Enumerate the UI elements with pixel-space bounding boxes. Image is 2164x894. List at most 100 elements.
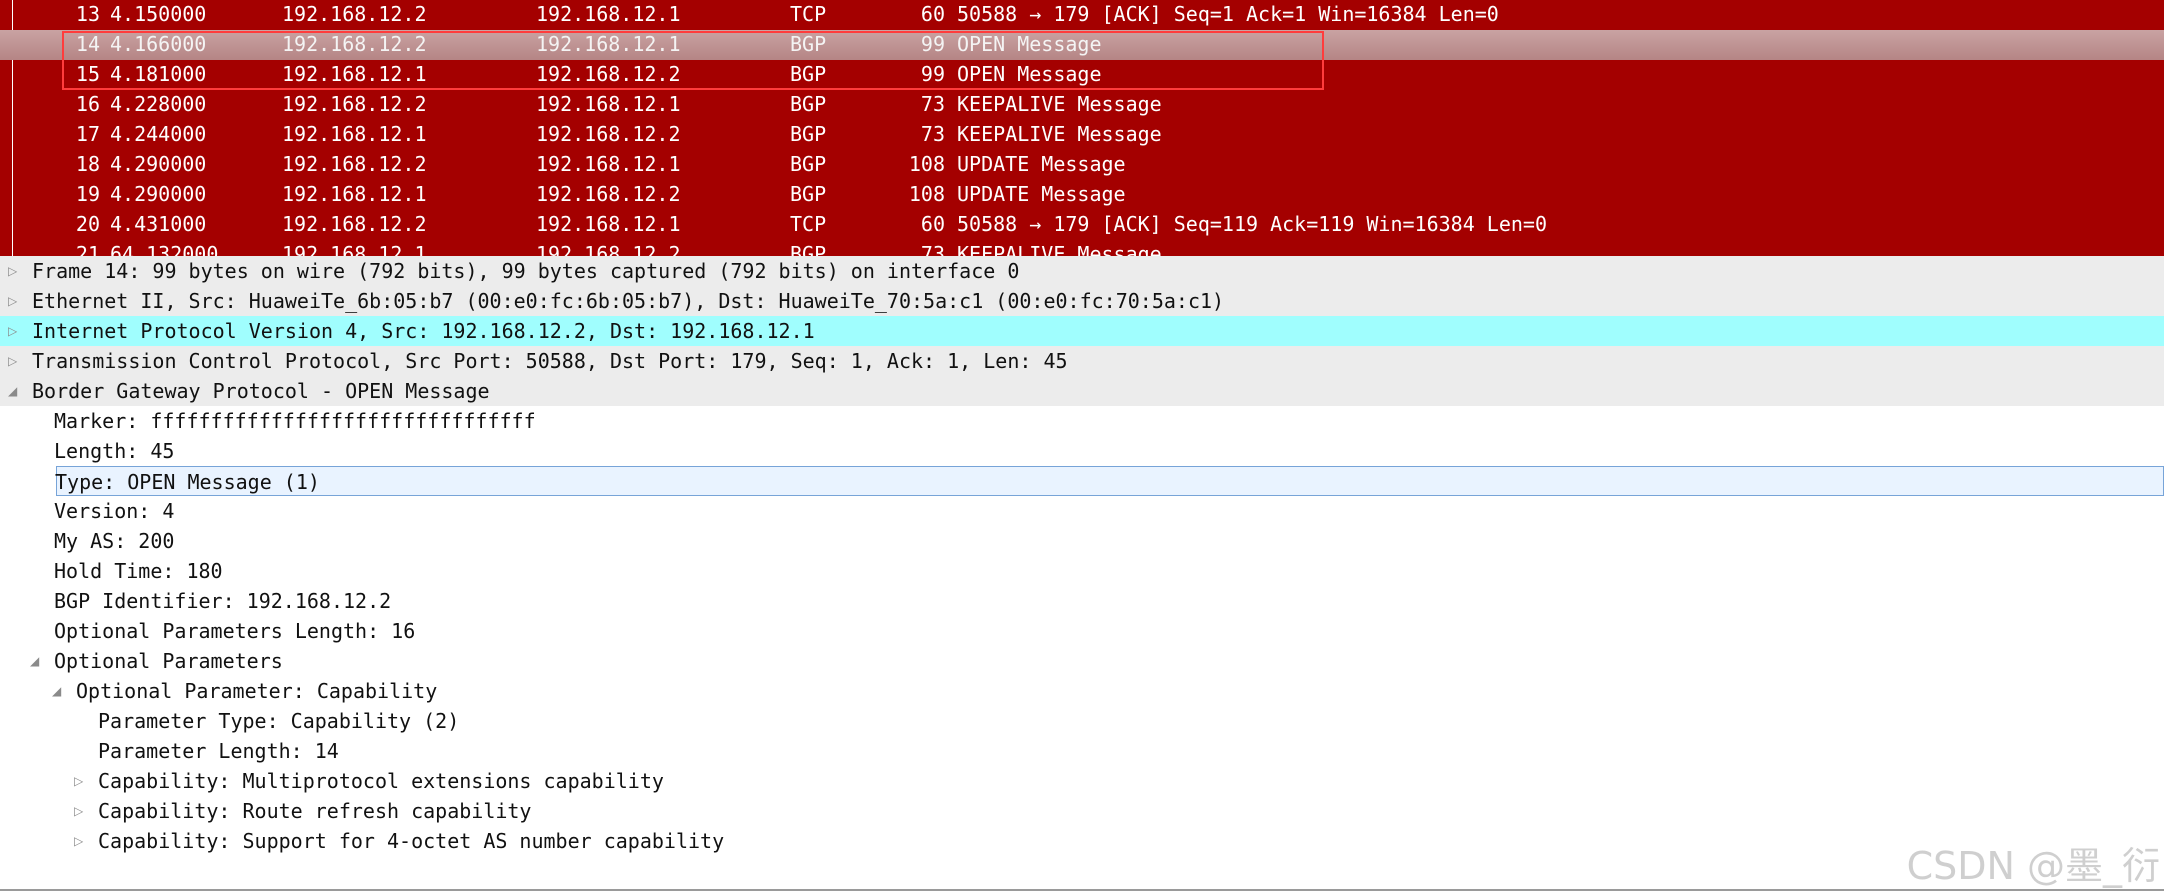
detail-row[interactable]: Hold Time: 180	[0, 556, 2164, 586]
packet-source: 192.168.12.2	[282, 2, 427, 26]
packet-destination: 192.168.12.1	[536, 212, 681, 236]
packet-number: 17	[75, 122, 100, 146]
detail-row[interactable]: ▷ Internet Protocol Version 4, Src: 192.1…	[0, 316, 2164, 346]
packet-info: UPDATE Message	[957, 152, 1126, 176]
detail-row[interactable]: ▷ Capability: Multiprotocol extensions ca…	[0, 766, 2164, 796]
packet-source: 192.168.12.2	[282, 212, 427, 236]
packet-source: 192.168.12.2	[282, 92, 427, 116]
packet-number: 15	[75, 62, 100, 86]
detail-text: Ethernet II, Src: HuaweiTe_6b:05:b7 (00:…	[32, 289, 1225, 313]
detail-text: Length: 45	[54, 439, 175, 463]
detail-text: Capability: Route refresh capability	[98, 799, 532, 823]
packet-number: 13	[75, 2, 100, 26]
packet-destination: 192.168.12.1	[536, 152, 681, 176]
packet-info: 50588 → 179 [ACK] Seq=119 Ack=119 Win=16…	[957, 212, 1548, 236]
packet-length: 60	[920, 2, 945, 26]
detail-row[interactable]: Optional Parameters Length: 16	[0, 616, 2164, 646]
packet-info: OPEN Message	[957, 32, 1102, 56]
packet-destination: 192.168.12.2	[536, 62, 681, 86]
packet-protocol: TCP	[790, 2, 827, 26]
packet-time: 4.290000	[110, 152, 207, 176]
pane-divider[interactable]	[0, 889, 2164, 891]
packet-row[interactable]: 19 4.290000 192.168.12.1 192.168.12.2 BGP 108…	[0, 180, 2164, 210]
packet-row[interactable]: 14 4.166000 192.168.12.2 192.168.12.1 BGP 99 O…	[0, 30, 2164, 60]
packet-row[interactable]: 16 4.228000 192.168.12.2 192.168.12.1 BGP 73 K…	[0, 90, 2164, 120]
expanded-triangle-icon[interactable]: ◢	[30, 646, 44, 676]
packet-info: KEEPALIVE Message	[957, 242, 1162, 256]
packet-destination: 192.168.12.1	[536, 2, 681, 26]
detail-row[interactable]: BGP Identifier: 192.168.12.2	[0, 586, 2164, 616]
packet-row[interactable]: 15 4.181000 192.168.12.1 192.168.12.2 BGP 99 O…	[0, 60, 2164, 90]
packet-time: 4.244000	[110, 122, 207, 146]
collapsed-triangle-icon[interactable]: ▷	[8, 346, 22, 376]
packet-length: 108	[908, 152, 945, 176]
packet-row[interactable]: 20 4.431000 192.168.12.2 192.168.12.1 TCP 60 5…	[0, 210, 2164, 240]
detail-row[interactable]: Version: 4	[0, 496, 2164, 526]
packet-number: 21	[75, 242, 100, 256]
packet-info: 50588 → 179 [ACK] Seq=1 Ack=1 Win=16384 …	[957, 2, 1499, 26]
packet-info: OPEN Message	[957, 62, 1102, 86]
detail-row[interactable]: Type: OPEN Message (1)	[55, 466, 2164, 496]
collapsed-triangle-icon[interactable]: ▷	[74, 826, 88, 856]
detail-row[interactable]: Marker: ffffffffffffffffffffffffffffffff	[0, 406, 2164, 436]
packet-destination: 192.168.12.2	[536, 182, 681, 206]
detail-row[interactable]: ▷ Frame 14: 99 bytes on wire (792 bits), …	[0, 256, 2164, 286]
packet-length: 108	[908, 182, 945, 206]
detail-row[interactable]: ▷ Capability: Support for 4-octet AS numb…	[0, 826, 2164, 856]
packet-time: 4.150000	[110, 2, 207, 26]
packet-row[interactable]: 17 4.244000 192.168.12.1 192.168.12.2 BGP 73 K…	[0, 120, 2164, 150]
expanded-triangle-icon[interactable]: ◢	[52, 676, 66, 706]
packet-number: 19	[75, 182, 100, 206]
detail-text: Marker: ffffffffffffffffffffffffffffffff	[54, 409, 536, 433]
packet-row[interactable]: 13 4.150000 192.168.12.2 192.168.12.1 TCP 60 5…	[0, 0, 2164, 30]
detail-text: Hold Time: 180	[54, 559, 223, 583]
packet-source: 192.168.12.2	[282, 32, 427, 56]
packet-number: 14	[75, 32, 100, 56]
detail-row[interactable]: ▷ Ethernet II, Src: HuaweiTe_6b:05:b7 (00…	[0, 286, 2164, 316]
packet-source: 192.168.12.1	[282, 182, 427, 206]
detail-text: Internet Protocol Version 4, Src: 192.16…	[32, 319, 815, 343]
detail-row[interactable]: ◢ Optional Parameter: Capability	[0, 676, 2164, 706]
packet-time: 4.431000	[110, 212, 207, 236]
detail-text: Version: 4	[54, 499, 175, 523]
packet-row[interactable]: 18 4.290000 192.168.12.2 192.168.12.1 BGP 108…	[0, 150, 2164, 180]
detail-row[interactable]: ◢ Optional Parameters	[0, 646, 2164, 676]
packet-destination: 192.168.12.2	[536, 122, 681, 146]
detail-row[interactable]: Length: 45	[0, 436, 2164, 466]
detail-text: Capability: Multiprotocol extensions cap…	[98, 769, 664, 793]
detail-text: Parameter Length: 14	[98, 739, 339, 763]
detail-text: Border Gateway Protocol - OPEN Message	[32, 379, 490, 403]
detail-text: Transmission Control Protocol, Src Port:…	[32, 349, 1068, 373]
collapsed-triangle-icon[interactable]: ▷	[8, 256, 22, 286]
collapsed-triangle-icon[interactable]: ▷	[8, 316, 22, 346]
packet-list[interactable]: 13 4.150000 192.168.12.2 192.168.12.1 TCP 60 5…	[0, 0, 2164, 256]
packet-protocol: BGP	[790, 242, 827, 256]
detail-row[interactable]: ▷ Capability: Route refresh capability	[0, 796, 2164, 826]
detail-row[interactable]: My AS: 200	[0, 526, 2164, 556]
packet-number: 16	[75, 92, 100, 116]
packet-time: 4.228000	[110, 92, 207, 116]
packet-row[interactable]: 21 64.132000 192.168.12.1 192.168.12.2 BGP 73…	[0, 240, 2164, 256]
collapsed-triangle-icon[interactable]: ▷	[74, 766, 88, 796]
detail-text: My AS: 200	[54, 529, 175, 553]
packet-info: KEEPALIVE Message	[957, 122, 1162, 146]
packet-source: 192.168.12.2	[282, 152, 427, 176]
expanded-triangle-icon[interactable]: ◢	[8, 376, 22, 406]
detail-text: Frame 14: 99 bytes on wire (792 bits), 9…	[32, 259, 1020, 283]
detail-text: Optional Parameter: Capability	[76, 679, 438, 703]
detail-text: Parameter Type: Capability (2)	[98, 709, 460, 733]
detail-row[interactable]: Parameter Length: 14	[0, 736, 2164, 766]
detail-row[interactable]: Parameter Type: Capability (2)	[0, 706, 2164, 736]
packet-destination: 192.168.12.1	[536, 92, 681, 116]
collapsed-triangle-icon[interactable]: ▷	[74, 796, 88, 826]
detail-row[interactable]: ◢ Border Gateway Protocol - OPEN Message	[0, 376, 2164, 406]
collapsed-triangle-icon[interactable]: ▷	[8, 286, 22, 316]
detail-text: BGP Identifier: 192.168.12.2	[54, 589, 392, 613]
packet-protocol: BGP	[790, 32, 827, 56]
packet-time: 4.166000	[110, 32, 207, 56]
packet-details-tree[interactable]: ▷ Frame 14: 99 bytes on wire (792 bits), …	[0, 256, 2164, 892]
detail-text: Capability: Support for 4-octet AS numbe…	[98, 829, 725, 853]
packet-time: 4.181000	[110, 62, 207, 86]
detail-row[interactable]: ▷ Transmission Control Protocol, Src Port…	[0, 346, 2164, 376]
packet-protocol: BGP	[790, 122, 827, 146]
